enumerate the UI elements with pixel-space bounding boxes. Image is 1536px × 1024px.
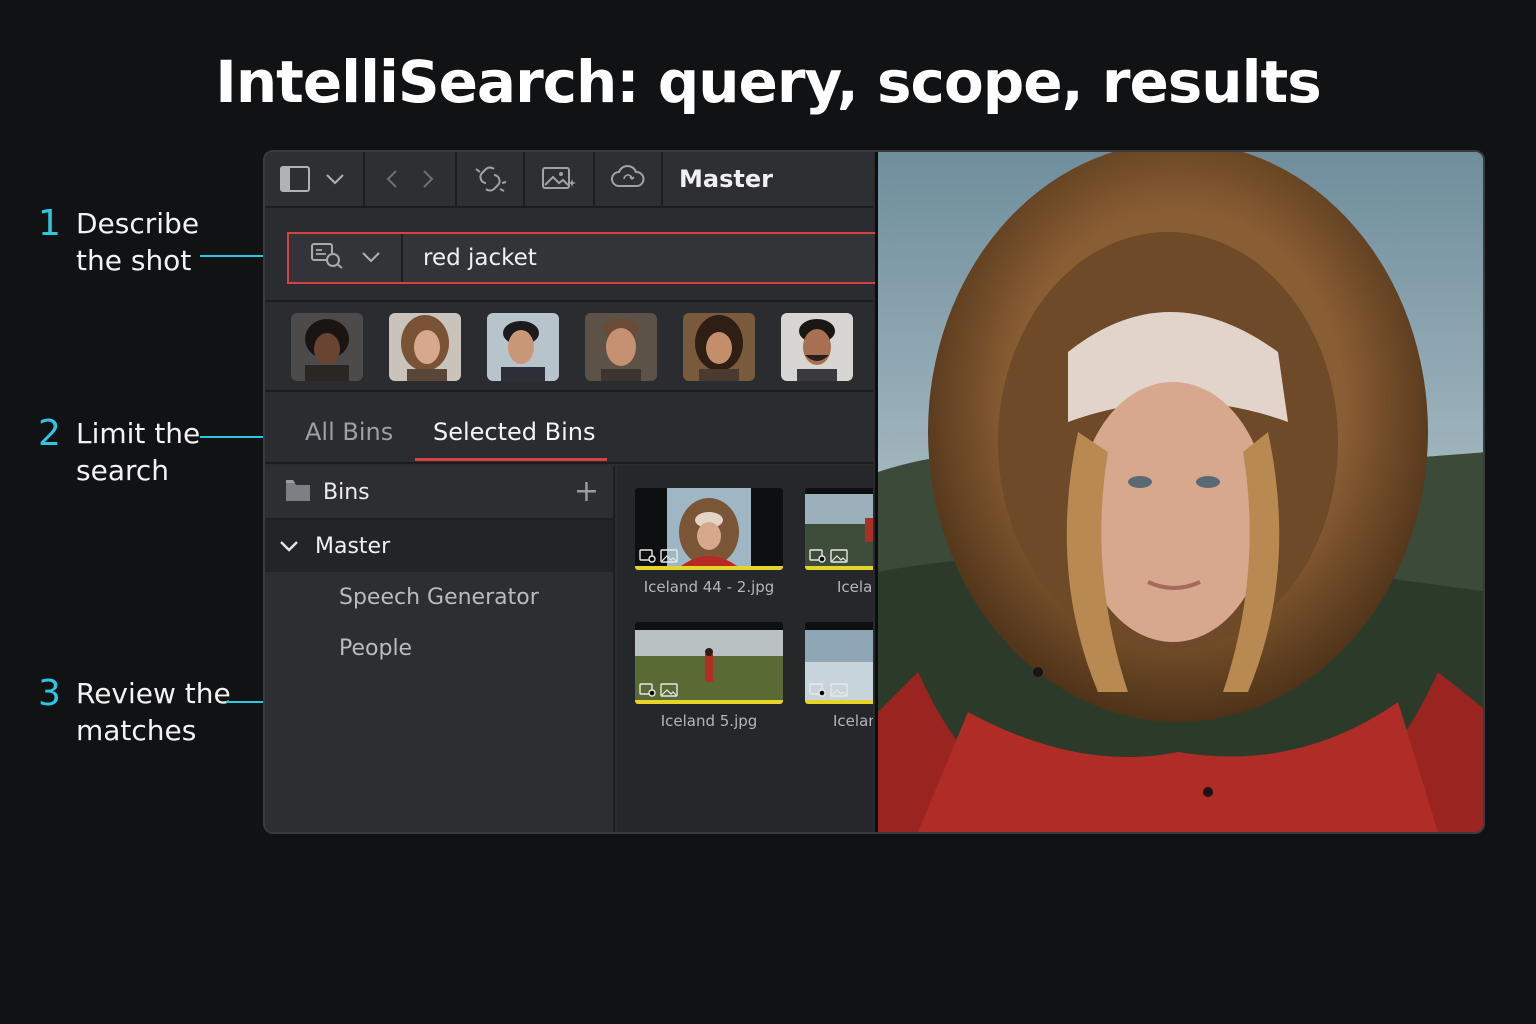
toolbar: Master — [265, 152, 873, 208]
person-thumbnail[interactable] — [291, 313, 363, 381]
app-window: Master red jacket All Bins Selected Bins… — [263, 150, 1485, 834]
layout-group — [265, 152, 365, 207]
callout-number: 1 — [38, 203, 61, 244]
image-icon — [830, 549, 848, 563]
clip-name: Iceland 44 - 2.jpg — [643, 578, 775, 596]
back-arrow-icon[interactable] — [385, 168, 399, 190]
panel-layout-icon[interactable] — [279, 165, 311, 193]
clip-badges — [639, 683, 678, 697]
bins-panel: Bins + Master Speech Generator People — [265, 466, 615, 832]
bin-label: Master — [315, 533, 391, 559]
bin-item-speech-generator[interactable]: Speech Generator — [265, 572, 613, 623]
result-clip[interactable]: Icelar — [805, 622, 873, 730]
link-group — [457, 152, 525, 207]
clip-bar — [805, 700, 873, 704]
image-icon — [830, 683, 848, 697]
speech-search-icon — [809, 683, 826, 697]
callout-text: Limit the search — [76, 417, 201, 487]
search-row — [265, 210, 887, 302]
clip-bar — [805, 566, 873, 570]
callout-number: 2 — [38, 413, 61, 454]
callout-limit: 2 Limit the search — [38, 415, 200, 489]
media-pool-panel: Master red jacket All Bins Selected Bins… — [265, 152, 887, 832]
people-filter-row — [265, 304, 873, 392]
result-clip[interactable]: Iceland 5.jpg — [635, 622, 783, 730]
intellisearch-box — [287, 232, 887, 284]
image-icon — [660, 683, 678, 697]
bins-header: Bins + — [265, 466, 613, 520]
tab-selected-bins[interactable]: Selected Bins — [433, 418, 596, 446]
bins-header-label: Bins — [323, 479, 370, 505]
clip-name: Iceland 5.jpg — [660, 712, 758, 730]
image-sparkle-icon[interactable] — [541, 165, 577, 193]
clip-thumbnail — [805, 488, 873, 570]
clip-name: Icelar — [833, 712, 873, 730]
chevron-down-icon[interactable] — [279, 534, 299, 559]
bin-master[interactable]: Master — [265, 520, 613, 572]
add-bin-button[interactable]: + — [574, 477, 599, 507]
nav-group — [365, 152, 457, 207]
person-thumbnail[interactable] — [389, 313, 461, 381]
clip-thumbnail — [805, 622, 873, 704]
cloud-sync-icon[interactable] — [610, 164, 646, 194]
toolbar-title: Master — [679, 165, 773, 193]
clip-thumbnail — [635, 622, 783, 704]
callout-text: Review the matches — [76, 677, 231, 747]
clip-thumbnail — [635, 488, 783, 570]
clip-badges — [809, 549, 848, 563]
clip-name: Icelar — [837, 578, 873, 596]
person-thumbnail[interactable] — [487, 313, 559, 381]
search-results-grid: Iceland 44 - 2.jpg Icelar — [617, 466, 873, 832]
active-tab-indicator — [415, 458, 607, 461]
speech-search-icon — [809, 549, 826, 563]
clip-badges — [809, 683, 848, 697]
chevron-down-icon[interactable] — [325, 172, 345, 186]
unlink-icon[interactable] — [472, 163, 508, 195]
page-title: IntelliSearch: query, scope, results — [215, 48, 1321, 116]
search-mode-selector[interactable] — [289, 234, 403, 282]
image-icon — [660, 549, 678, 563]
tab-all-bins[interactable]: All Bins — [305, 418, 393, 446]
bin-label: Speech Generator — [339, 585, 539, 610]
person-thumbnail[interactable] — [683, 313, 755, 381]
result-clip[interactable]: Icelar — [805, 488, 873, 596]
person-thumbnail[interactable] — [585, 313, 657, 381]
result-clip[interactable]: Iceland 44 - 2.jpg — [635, 488, 783, 596]
bin-label: People — [339, 636, 413, 661]
speech-search-icon — [310, 242, 344, 274]
callout-text: Describe the shot — [76, 207, 200, 277]
search-input[interactable] — [403, 245, 863, 271]
forward-arrow-icon[interactable] — [421, 168, 435, 190]
speech-search-icon — [639, 683, 656, 697]
callout-review: 3 Review the matches — [38, 675, 231, 749]
image-group — [525, 152, 595, 207]
person-thumbnail[interactable] — [781, 313, 853, 381]
clip-bar — [635, 566, 783, 570]
clip-badges — [639, 549, 678, 563]
bin-scope-tabs: All Bins Selected Bins — [265, 394, 873, 464]
callout-number: 3 — [38, 673, 61, 714]
viewer-preview-image — [875, 152, 1483, 832]
folder-icon — [285, 478, 311, 506]
chevron-down-icon — [361, 249, 381, 268]
clip-bar — [635, 700, 783, 704]
bin-item-people[interactable]: People — [265, 623, 613, 674]
cloud-group — [595, 152, 663, 207]
speech-search-icon — [639, 549, 656, 563]
callout-describe: 1 Describe the shot — [38, 205, 199, 279]
